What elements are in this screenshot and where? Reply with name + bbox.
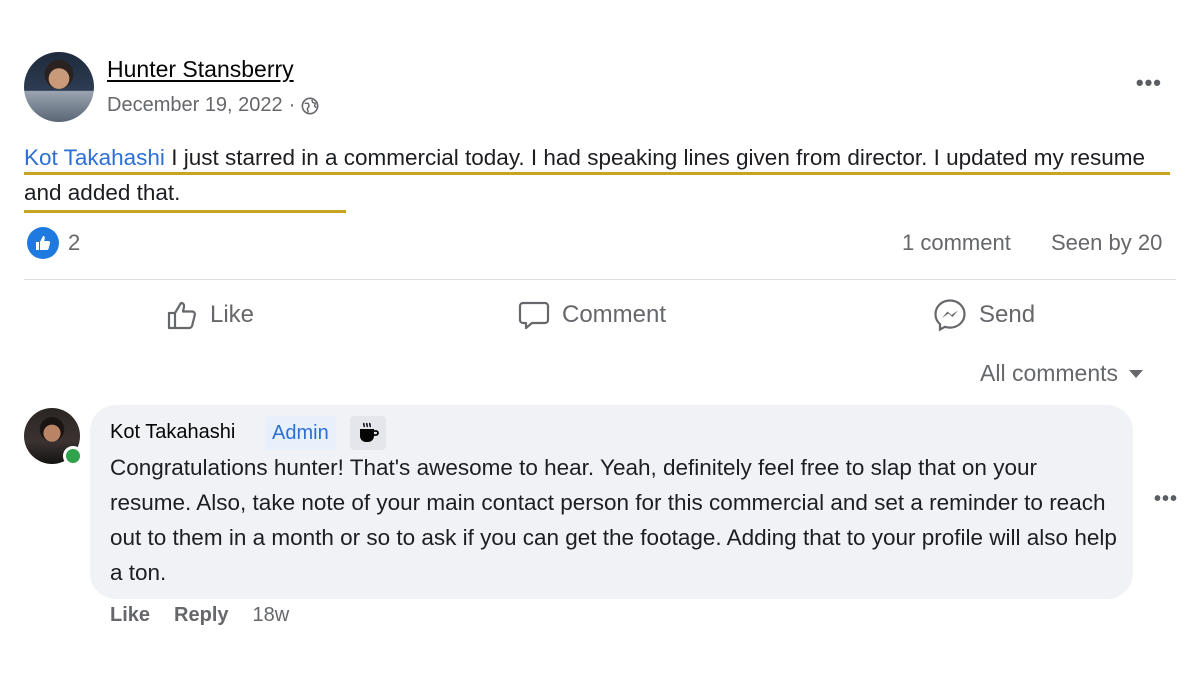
comments-filter-label: All comments bbox=[980, 360, 1119, 386]
comment-more-options-icon[interactable]: ••• bbox=[1154, 488, 1178, 511]
post-body-text: I just starred in a commercial today. I … bbox=[24, 145, 1145, 205]
comment-count-link[interactable]: 1 comment bbox=[902, 230, 1011, 256]
caret-down-icon bbox=[1129, 369, 1144, 378]
meta-separator: · bbox=[288, 94, 296, 116]
divider bbox=[24, 279, 1176, 280]
comment-like-link[interactable]: Like bbox=[110, 604, 150, 627]
post-text: Kot Takahashi I just starred in a commer… bbox=[24, 140, 1184, 210]
comments-filter-dropdown[interactable]: All comments bbox=[980, 360, 1144, 387]
online-status-dot bbox=[63, 446, 83, 466]
post-mention-link[interactable]: Kot Takahashi bbox=[24, 145, 165, 170]
post-author-name[interactable]: Hunter Stansberry bbox=[107, 56, 294, 83]
seen-by-count[interactable]: Seen by 20 bbox=[1051, 230, 1162, 256]
send-button[interactable]: Send bbox=[933, 296, 1035, 334]
highlight-underline bbox=[24, 172, 1170, 175]
author-avatar[interactable] bbox=[24, 52, 94, 122]
like-button[interactable]: Like bbox=[166, 296, 254, 334]
admin-badge: Admin bbox=[265, 416, 336, 450]
thumbs-up-icon[interactable] bbox=[27, 227, 59, 259]
globe-icon bbox=[301, 97, 319, 114]
comment-button-label: Comment bbox=[562, 301, 667, 328]
comment-timestamp[interactable]: 18w bbox=[253, 604, 290, 627]
post-date[interactable]: December 19, 2022 bbox=[107, 94, 283, 117]
comment-text: Congratulations hunter! That's awesome t… bbox=[110, 455, 1117, 585]
messenger-icon bbox=[934, 299, 966, 332]
reaction-count[interactable]: 2 bbox=[68, 230, 80, 256]
comment-actions: Like Reply 18w bbox=[110, 604, 289, 627]
thumbs-up-glyph bbox=[36, 236, 51, 250]
comment-button[interactable]: Comment bbox=[518, 296, 666, 334]
thumbs-up-outline-icon bbox=[167, 301, 196, 330]
speech-bubble-icon bbox=[518, 301, 550, 330]
post-more-options-icon[interactable]: ••• bbox=[1136, 70, 1162, 96]
comment-reply-link[interactable]: Reply bbox=[174, 604, 228, 627]
post-meta: December 19, 2022 · bbox=[107, 94, 319, 117]
coffee-cup-glyph bbox=[360, 422, 379, 442]
coffee-cup-icon bbox=[350, 416, 386, 450]
send-button-label: Send bbox=[979, 301, 1036, 328]
like-button-label: Like bbox=[210, 301, 255, 328]
commenter-name[interactable]: Kot Takahashi bbox=[110, 421, 235, 444]
highlight-underline bbox=[24, 210, 346, 213]
